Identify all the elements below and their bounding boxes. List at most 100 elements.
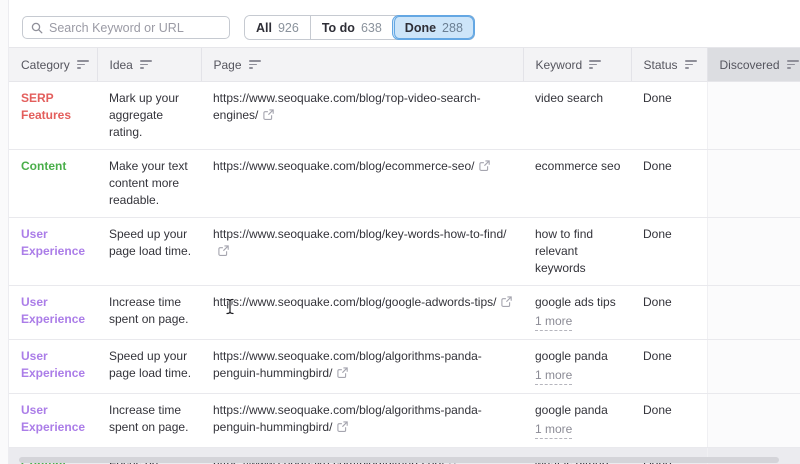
idea-text: Increase time spent on page. bbox=[109, 295, 188, 326]
page-cell: https://www.seoquake.com/blog/algorithms… bbox=[201, 394, 523, 448]
category-label: User Experience bbox=[21, 227, 85, 258]
category-cell: User Experience bbox=[9, 218, 97, 286]
status-filter-group: All 926 To do 638 Done 288 bbox=[244, 15, 475, 40]
status-cell: Done bbox=[631, 286, 707, 340]
table-row[interactable]: User Experience Increase time spent on pa… bbox=[9, 286, 800, 340]
column-label: Keyword bbox=[536, 58, 583, 72]
idea-text: Mark up your aggregate rating. bbox=[109, 91, 179, 139]
column-header-category[interactable]: Category bbox=[9, 48, 97, 82]
category-cell: SERP Features bbox=[9, 82, 97, 150]
table-row[interactable]: Content Make your text content more reada… bbox=[9, 150, 800, 218]
page-cell: https://www.seoquake.com/blog/key-words-… bbox=[201, 218, 523, 286]
search-icon bbox=[31, 22, 43, 34]
idea-text: Make your text content more readable. bbox=[109, 159, 188, 207]
filter-tab-all[interactable]: All 926 bbox=[245, 16, 310, 39]
status-cell: Done bbox=[631, 394, 707, 448]
keyword-more-link[interactable]: 1 more bbox=[535, 313, 572, 331]
page-cell: https://www.seoquake.com/blog/google-adw… bbox=[201, 286, 523, 340]
keyword-text: google panda bbox=[535, 348, 627, 365]
column-label: Idea bbox=[110, 58, 133, 72]
idea-cell: Mark up your aggregate rating. bbox=[97, 82, 201, 150]
keyword-more-link[interactable]: 1 more bbox=[535, 367, 572, 385]
page-link[interactable]: https://www.seoquake.com/blog/key-words-… bbox=[213, 227, 506, 241]
keyword-text: ecommerce seo bbox=[535, 158, 627, 175]
discovered-cell bbox=[707, 286, 800, 340]
filter-icon[interactable] bbox=[685, 60, 698, 69]
keyword-cell: how to find relevant keywords bbox=[523, 218, 631, 286]
column-header-discovered[interactable]: Discovered bbox=[707, 48, 800, 82]
horizontal-scrollbar[interactable] bbox=[19, 457, 779, 463]
status-cell: Done bbox=[631, 82, 707, 150]
status-text: Done bbox=[643, 91, 672, 105]
filter-icon[interactable] bbox=[77, 60, 90, 69]
page-link[interactable]: https://www.seoquake.com/blog/ecommerce-… bbox=[213, 159, 474, 173]
category-cell: User Experience bbox=[9, 340, 97, 394]
keyword-text: google panda bbox=[535, 402, 627, 419]
filter-label: To do bbox=[322, 21, 355, 35]
keyword-cell: google ads tips 1 more bbox=[523, 286, 631, 340]
column-label: Category bbox=[21, 58, 70, 72]
table-body: SERP Features Mark up your aggregate rati… bbox=[9, 82, 800, 464]
discovered-cell bbox=[707, 340, 800, 394]
column-label: Page bbox=[214, 58, 242, 72]
filter-icon[interactable] bbox=[140, 60, 153, 69]
idea-text: Speed up your page load time. bbox=[109, 349, 191, 380]
category-label: User Experience bbox=[21, 403, 85, 434]
filter-count: 288 bbox=[442, 21, 463, 35]
keyword-text: how to find relevant keywords bbox=[535, 226, 627, 277]
category-cell: Content bbox=[9, 150, 97, 218]
status-cell: Done bbox=[631, 340, 707, 394]
column-header-idea[interactable]: Idea bbox=[97, 48, 201, 82]
table-row[interactable]: User Experience Speed up your page load t… bbox=[9, 218, 800, 286]
external-link-icon[interactable] bbox=[479, 160, 490, 171]
table-row[interactable]: User Experience Increase time spent on pa… bbox=[9, 394, 800, 448]
filter-count: 638 bbox=[361, 21, 382, 35]
column-label: Status bbox=[644, 58, 678, 72]
filter-icon[interactable] bbox=[589, 60, 602, 69]
column-header-status[interactable]: Status bbox=[631, 48, 707, 82]
page-link[interactable]: https://www.seoquake.com/blog/тop-video-… bbox=[213, 91, 481, 122]
page-cell: https://www.seoquake.com/blog/algorithms… bbox=[201, 340, 523, 394]
status-text: Done bbox=[643, 403, 672, 417]
status-text: Done bbox=[643, 349, 672, 363]
discovered-cell bbox=[707, 394, 800, 448]
external-link-icon[interactable] bbox=[263, 109, 274, 120]
category-label: Content bbox=[21, 159, 66, 173]
filter-icon[interactable] bbox=[249, 60, 262, 69]
filter-count: 926 bbox=[278, 21, 299, 35]
keyword-text: google ads tips bbox=[535, 294, 627, 311]
status-cell: Done bbox=[631, 150, 707, 218]
category-label: SERP Features bbox=[21, 91, 71, 122]
table-row[interactable]: User Experience Speed up your page load t… bbox=[9, 340, 800, 394]
category-label: User Experience bbox=[21, 295, 85, 326]
external-link-icon[interactable] bbox=[218, 245, 229, 256]
search-box[interactable] bbox=[22, 16, 230, 39]
keyword-more-link[interactable]: 1 more bbox=[535, 421, 572, 439]
table-row[interactable]: SERP Features Mark up your aggregate rati… bbox=[9, 82, 800, 150]
external-link-icon[interactable] bbox=[337, 421, 348, 432]
filter-tab-done[interactable]: Done 288 bbox=[393, 16, 474, 39]
filter-tab-todo[interactable]: To do 638 bbox=[310, 16, 393, 39]
idea-cell: Increase time spent on page. bbox=[97, 394, 201, 448]
status-cell: Done bbox=[631, 218, 707, 286]
toolbar: All 926 To do 638 Done 288 bbox=[9, 0, 800, 47]
filter-label: Done bbox=[405, 21, 436, 35]
external-link-icon[interactable] bbox=[337, 367, 348, 378]
status-text: Done bbox=[643, 295, 672, 309]
column-header-page[interactable]: Page bbox=[201, 48, 523, 82]
idea-text: Increase time spent on page. bbox=[109, 403, 188, 434]
page-link[interactable]: https://www.seoquake.com/blog/google-adw… bbox=[213, 295, 496, 309]
page-cell: https://www.seoquake.com/blog/тop-video-… bbox=[201, 82, 523, 150]
discovered-cell bbox=[707, 218, 800, 286]
category-label: User Experience bbox=[21, 349, 85, 380]
ideas-table: Category Idea Page Keyword Status bbox=[9, 47, 800, 464]
external-link-icon[interactable] bbox=[501, 296, 512, 307]
keyword-cell: google panda 1 more bbox=[523, 340, 631, 394]
idea-cell: Increase time spent on page. bbox=[97, 286, 201, 340]
category-cell: User Experience bbox=[9, 286, 97, 340]
search-input[interactable] bbox=[49, 21, 221, 35]
idea-cell: Make your text content more readable. bbox=[97, 150, 201, 218]
filter-icon[interactable] bbox=[787, 60, 800, 69]
column-header-keyword[interactable]: Keyword bbox=[523, 48, 631, 82]
idea-cell: Speed up your page load time. bbox=[97, 218, 201, 286]
